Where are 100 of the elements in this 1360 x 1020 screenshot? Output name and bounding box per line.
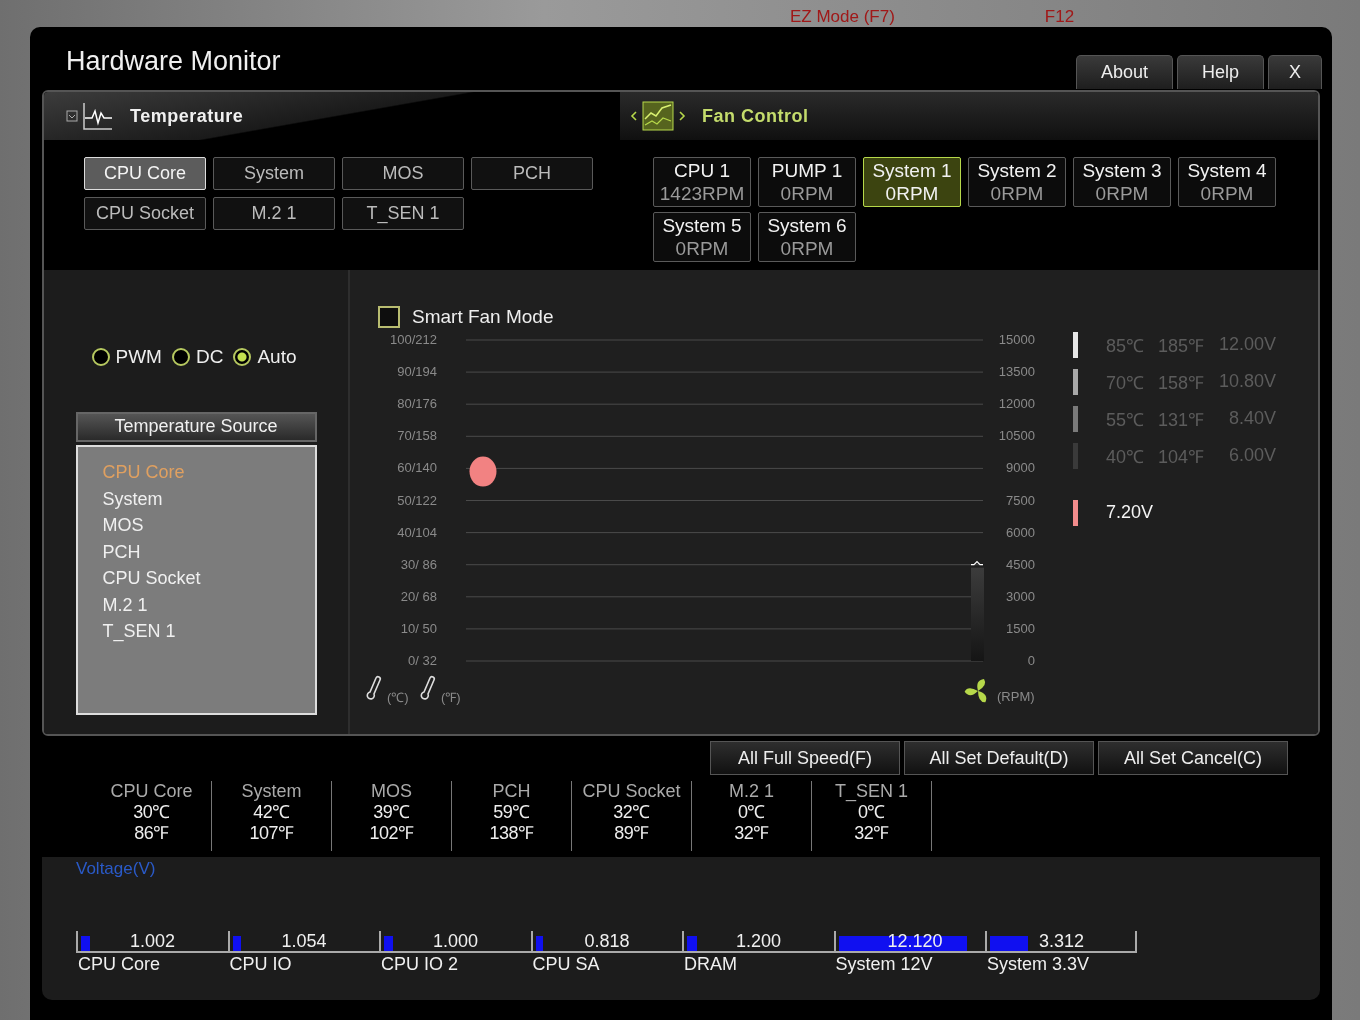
axis-tick-label: 3000 [1006,588,1035,604]
fan-tab[interactable]: CPU 1 1423RPM [653,157,751,207]
section-title: Fan Control [702,105,809,127]
axis-tick-label: 70/158 [397,428,437,444]
thermometer-icon[interactable] [366,675,382,700]
window-button[interactable]: Help [1176,55,1264,89]
list-item[interactable]: PCH [102,538,315,565]
section-title: Voltage(V) [76,859,156,879]
sensor-tab[interactable]: PCH [471,157,593,190]
temperature-value: 0℃ [858,802,885,823]
sensor-tab[interactable]: CPU Socket [84,197,206,230]
axis-tick-label: 15000 [998,332,1035,347]
fan-tab[interactable]: System 1 0RPM [863,157,961,207]
list-item[interactable]: System [102,485,315,512]
list-item[interactable]: T_SEN 1 [102,618,315,645]
voltage-name: CPU IO 2 [380,954,460,975]
voltage-value: 1.200 [736,930,782,952]
legend-value: 6.00V [1227,445,1276,466]
temperature-value: 86℉ [134,823,169,844]
legend-value: 70℃ [1106,371,1146,394]
axis-tick-label: 12000 [998,396,1035,412]
sensor-name: MOS [371,781,412,802]
window-button[interactable]: About [1075,55,1173,89]
legend-value: 131℉ [1158,408,1206,431]
action-button[interactable]: All Full Speed(F) [710,741,900,775]
axis-tick-label: 90/194 [397,364,437,380]
voltage-name: CPU Core [77,954,162,975]
checkbox[interactable] [378,306,400,328]
temperature-value: 102℉ [369,823,414,844]
radio-label[interactable]: Auto [257,346,297,368]
voltage-value: 1.054 [281,930,327,952]
collapse-icon[interactable] [66,110,78,122]
axis-tick-label: 13500 [998,364,1035,380]
list-item[interactable]: CPU Socket [102,565,315,592]
fan-tab[interactable]: System 5 0RPM [653,212,751,262]
legend-value: 55℃ [1106,408,1146,431]
legend-value: 8.40V [1227,408,1276,429]
axis-tick-label: 40/104 [397,524,437,540]
fan-tab[interactable]: System 2 0RPM [968,157,1066,207]
temperature-value: 59℃ [493,802,530,823]
axis-tick-label: 0 [1027,653,1035,668]
action-button[interactable]: All Set Cancel(C) [1098,741,1288,775]
radio-label[interactable]: DC [195,346,224,368]
temperature-value: 138℉ [489,823,534,844]
temperature-value: 39℃ [373,802,410,823]
radio-label[interactable]: PWM [115,346,162,368]
fan-tab[interactable]: System 6 0RPM [758,212,856,262]
sensor-tab[interactable]: T_SEN 1 [342,197,464,230]
voltage-value: 1.002 [130,930,176,952]
radio-button[interactable] [91,348,110,366]
fan-tab[interactable]: PUMP 1 0RPM [758,157,856,207]
chevron-left-icon[interactable] [630,110,638,122]
action-button[interactable]: All Set Default(D) [904,741,1094,775]
unit-label[interactable]: (℃) [387,690,409,705]
radio-button[interactable] [233,348,252,366]
sensor-tab[interactable]: MOS [342,157,464,190]
legend-value: 104℉ [1158,445,1206,468]
temperature-value: 42℃ [253,802,290,823]
list-item[interactable]: M.2 1 [102,591,315,618]
legend-value: 185℉ [1158,334,1206,357]
list-header: Temperature Source [75,412,317,442]
unit-label: (RPM) [997,689,1035,704]
sensor-name: T_SEN 1 [835,781,908,802]
backdrop-label: F12 [1044,7,1075,27]
voltage-name: System 3.3V [986,954,1091,975]
thermometer-icon[interactable] [420,675,436,700]
voltage-value: 3.312 [1039,930,1085,952]
axis-tick-label: 20/ 68 [400,588,437,604]
sensor-name: System [241,781,302,802]
temperature-value: 107℉ [249,823,294,844]
axis-tick-label: 100/212 [390,332,437,347]
fan-tab[interactable]: System 3 0RPM [1073,157,1171,207]
close-button[interactable]: X [1268,55,1322,89]
legend-value: 40℃ [1106,445,1146,468]
curve-point[interactable] [469,456,497,487]
sensor-tab[interactable]: CPU Core [84,157,206,190]
temperature-value: 0℃ [738,802,765,823]
voltage-value: 0.818 [584,930,630,952]
axis-tick-label: 9000 [1006,460,1035,476]
list-item[interactable]: MOS [102,512,315,539]
axis-tick-label: 30/ 86 [400,556,437,572]
sensor-tab[interactable]: M.2 1 [213,197,335,230]
voltage-value: 12.120 [887,930,943,952]
voltage-name: System 12V [834,954,934,975]
legend-value: 12.00V [1218,334,1276,355]
temperature-value: 32℉ [854,823,889,844]
voltage-name: DRAM [683,954,738,975]
fan-icon [964,679,987,703]
smart-fan-checkbox[interactable]: Smart Fan Mode [378,306,554,328]
temperature-value: 89℉ [614,823,649,844]
axis-tick-label: 10500 [998,428,1035,444]
unit-label[interactable]: (℉) [441,690,461,705]
fan-tab[interactable]: System 4 0RPM [1178,157,1276,207]
voltage-name: CPU SA [531,954,601,975]
chevron-right-icon[interactable] [678,110,686,122]
radio-button[interactable] [171,348,190,366]
backdrop-label: EZ Mode (F7) [790,7,895,27]
axis-tick-label: 80/176 [397,396,437,412]
temperature-value: 32℉ [734,823,769,844]
sensor-tab[interactable]: System [213,157,335,190]
